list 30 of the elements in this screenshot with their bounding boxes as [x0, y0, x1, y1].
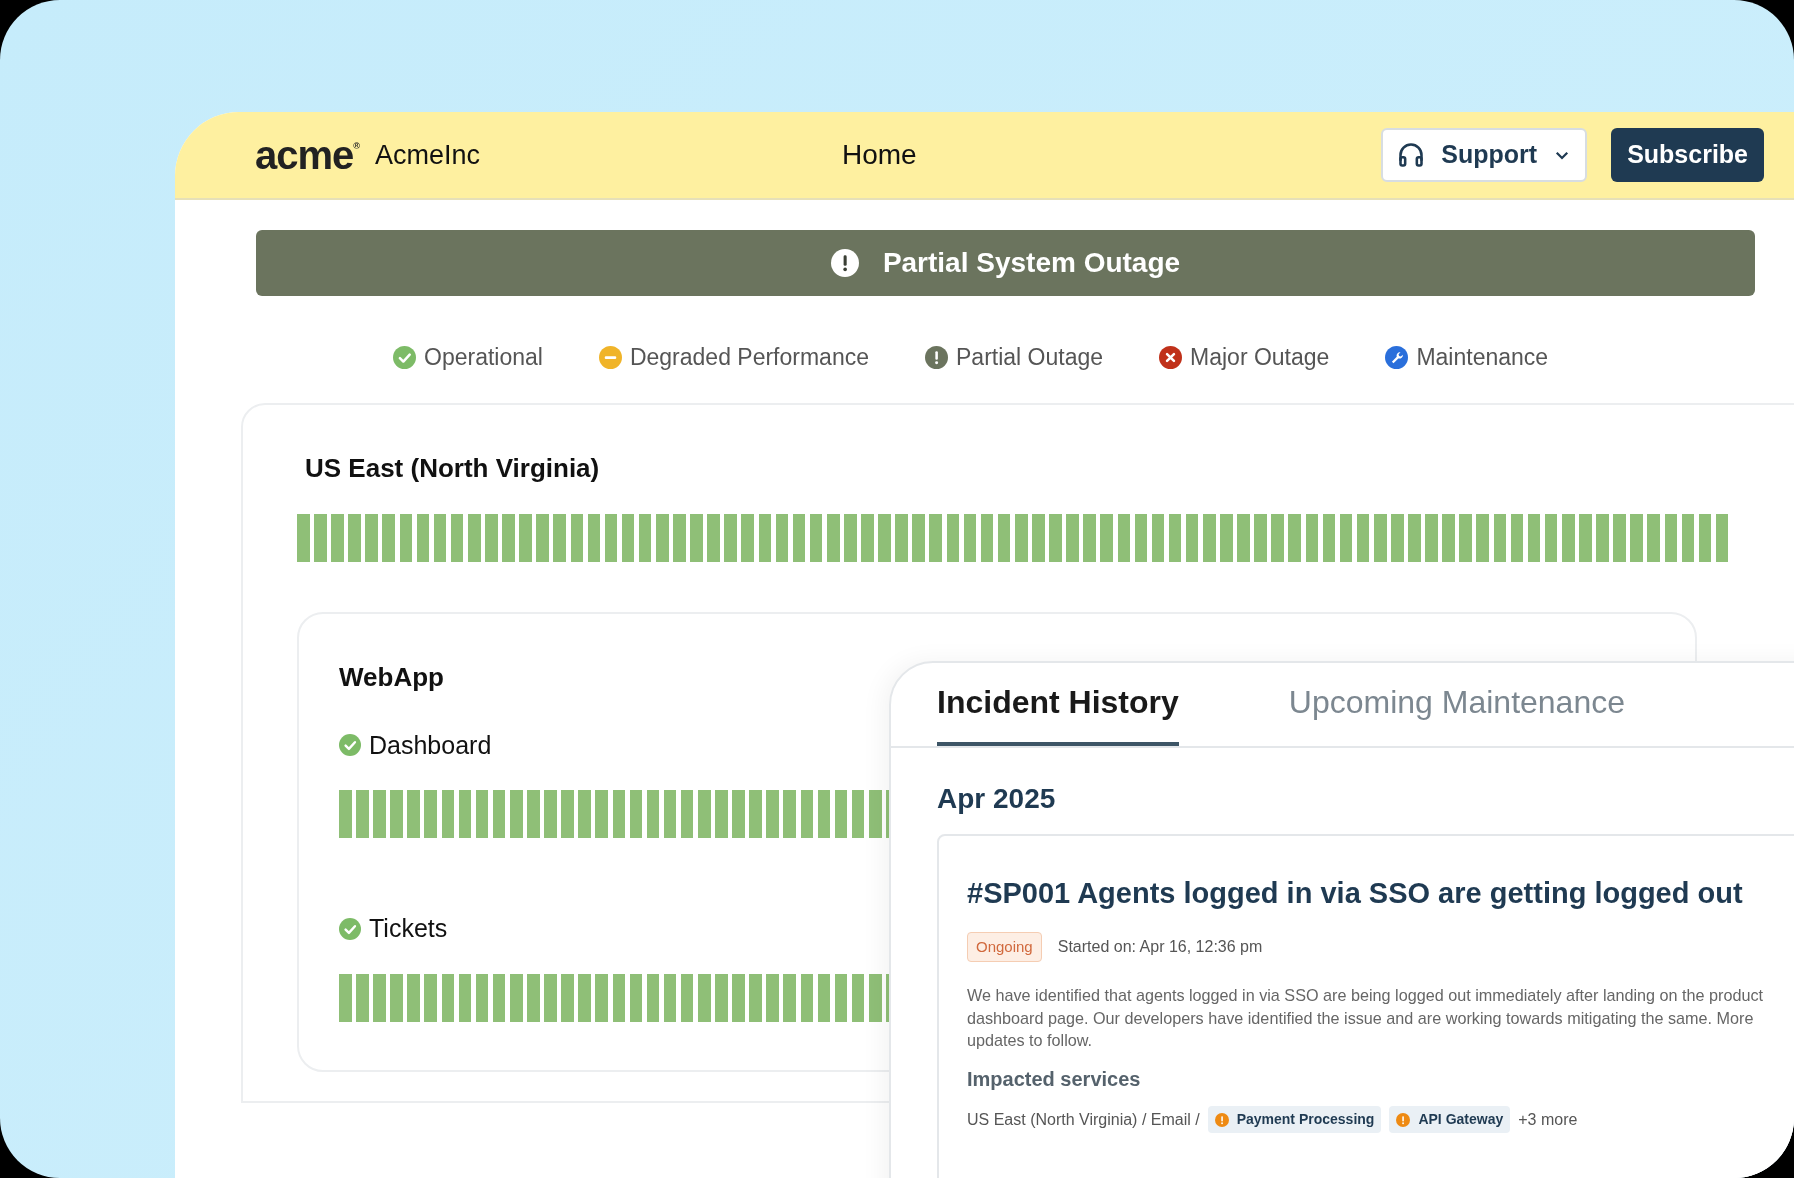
exclamation-circle-icon	[830, 249, 859, 277]
service-name: Dashboard	[369, 729, 492, 761]
headset-icon	[1397, 141, 1426, 169]
service-tag: Payment Processing	[1207, 1106, 1382, 1133]
impacted-heading: Impacted services	[967, 1067, 1142, 1092]
banner-title: Partial System Outage	[882, 246, 1181, 280]
status-badge: Ongoing	[967, 931, 1042, 962]
legend-label: Operational	[424, 343, 543, 372]
legend-label: Partial Outage	[956, 343, 1104, 372]
support-dropdown[interactable]: Support	[1381, 128, 1588, 182]
subscribe-button[interactable]: Subscribe	[1611, 128, 1764, 182]
legend-label: Maintenance	[1416, 343, 1549, 372]
service-tag: API Gateway	[1389, 1106, 1511, 1133]
tab[interactable]: Incident History	[937, 661, 1179, 746]
start-time: Started on: Apr 16, 12:36 pm	[1057, 936, 1263, 957]
home-link[interactable]: Home	[842, 134, 917, 176]
service-path: US East (North Virginia) / Email /	[967, 1109, 1200, 1130]
legend-label: Major Outage	[1190, 343, 1330, 372]
brand-name: AcmeInc	[374, 138, 480, 172]
acme-logo: acme$^{®}$	[255, 135, 359, 175]
service-name: Tickets	[369, 913, 448, 944]
check-circle-icon	[339, 734, 361, 757]
tab[interactable]: Upcoming Maintenance	[1288, 661, 1625, 746]
check-circle-icon	[339, 917, 361, 940]
incident-title: #SP001 Agents logged in via SSO are getting logged out	[967, 876, 1744, 911]
region-title: US East (North Virginia)	[305, 451, 601, 485]
group-title: WebApp	[339, 660, 445, 694]
month-heading: Apr 2025	[937, 782, 1057, 816]
legend-label: Degraded Performance	[629, 343, 869, 372]
incident-description: We have identified that agents logged in via SSO are being logged out immediately after landing on the product dashboard page. Our developers have identified the issue and are working towards mitigating the same. More updates to follow.	[967, 985, 1765, 1052]
